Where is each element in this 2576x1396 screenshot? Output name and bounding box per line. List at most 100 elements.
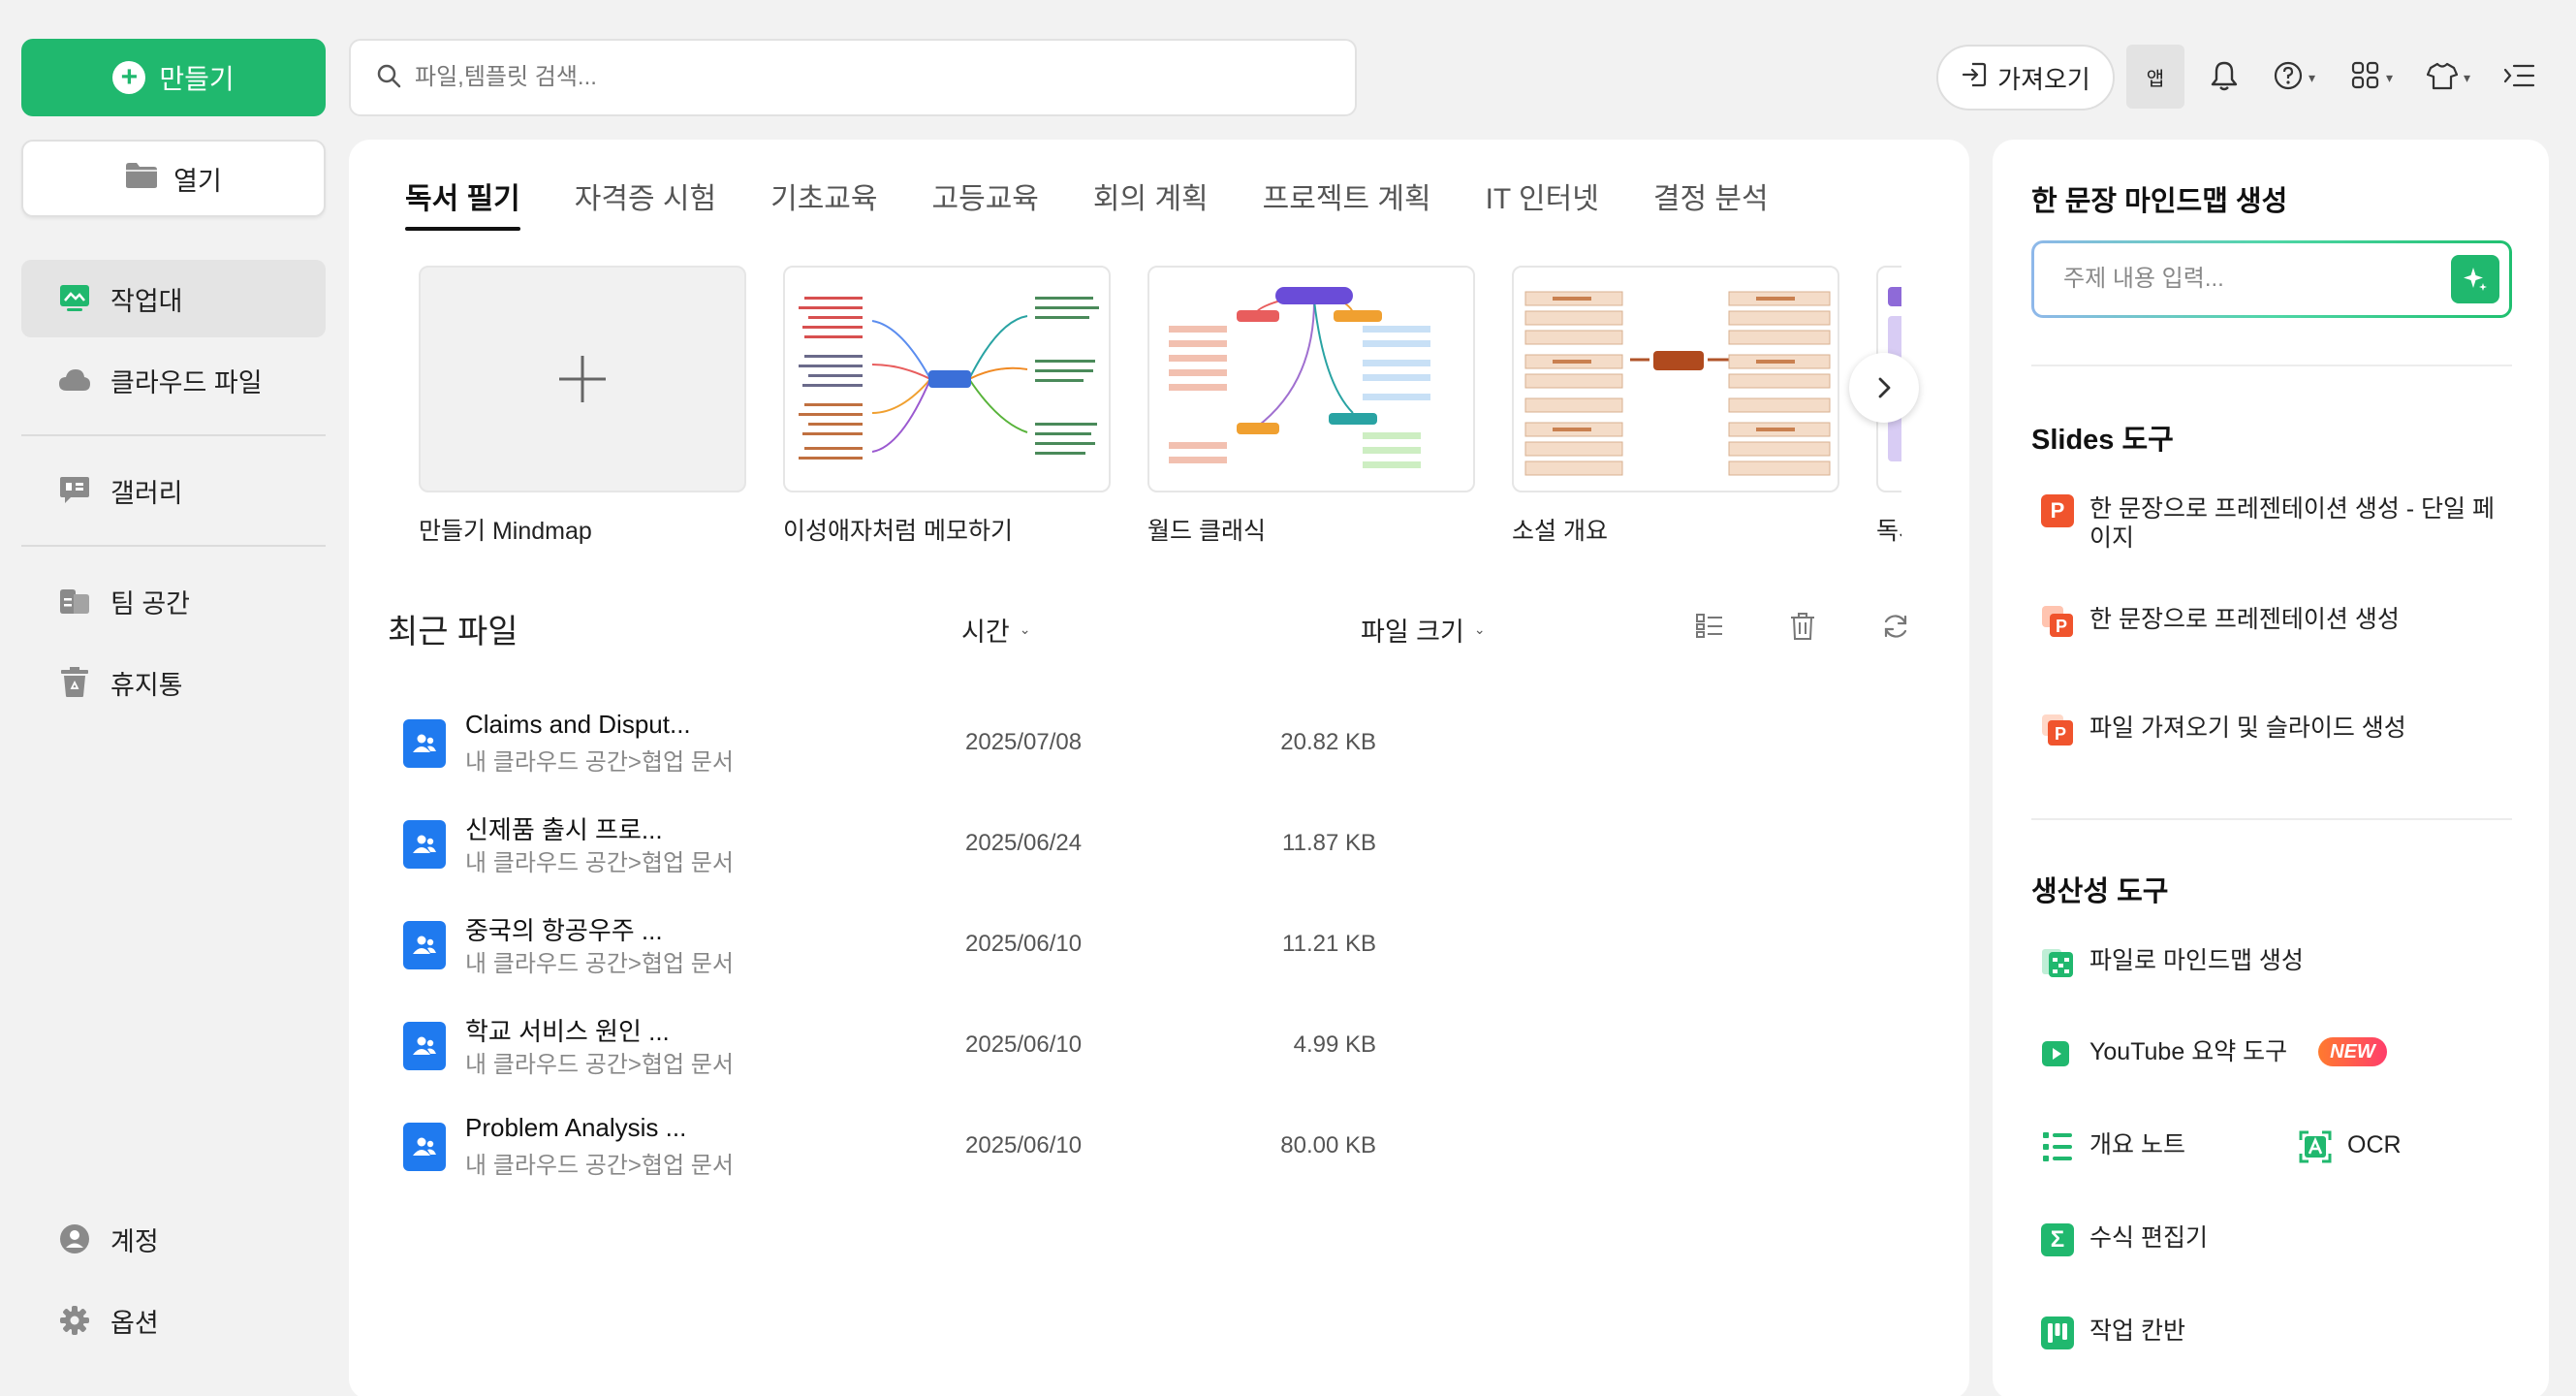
template-card-new[interactable]: 만들기 Mindmap <box>419 266 746 547</box>
sidebar-divider <box>21 545 326 547</box>
ai-topic-field[interactable] <box>2031 240 2512 318</box>
app-button[interactable]: 앱 <box>2126 45 2184 109</box>
sidebar-item-label: 휴지통 <box>110 670 183 700</box>
file-date: 2025/06/10 <box>965 1031 1083 1058</box>
import-button[interactable]: 가져오기 <box>1936 45 2115 111</box>
new-badge: NEW <box>2318 1037 2387 1066</box>
sidebar-item-options[interactable]: 옵션 <box>21 1282 326 1359</box>
list-view-button[interactable] <box>1690 607 1729 646</box>
slides-generate-tool[interactable]: P 한 문장으로 프레젠테이션 생성 <box>2041 605 2400 638</box>
bell-icon <box>2210 60 2239 96</box>
sidebar-item-label: 계정 <box>110 1226 159 1256</box>
outline-notes-tool[interactable]: 개요 노트 <box>2041 1130 2185 1163</box>
file-path: 내 클라우드 공간>협업 문서 <box>465 1052 734 1078</box>
template-card[interactable]: 월드 클래식 <box>1147 266 1475 547</box>
file-name: 신제품 출시 프로... <box>465 815 663 844</box>
sidebar-item-team-space[interactable]: 팀 공간 <box>21 562 326 640</box>
column-label: 파일 크기 <box>1361 618 1464 647</box>
main-panel: 독서 필기 자격증 시험 기초교육 고등교육 회의 계획 프로젝트 계획 IT … <box>349 140 1969 1396</box>
open-button-label: 열기 <box>173 166 222 196</box>
file-name: Claims and Disput... <box>465 710 691 739</box>
list-view-icon <box>1696 614 1722 638</box>
slides-single-page-tool[interactable]: P 한 문장으로 프레젠테이션 생성 - 단일 페이지 <box>2041 494 2506 553</box>
template-thumbnail <box>419 266 746 492</box>
file-name: 중국의 항공우주 ... <box>465 916 663 945</box>
generate-button[interactable] <box>2451 255 2499 303</box>
search-input[interactable] <box>415 64 1287 91</box>
tool-label: 파일 가져오기 및 슬라이드 생성 <box>2089 714 2406 742</box>
app-button-label: 앱 <box>2146 68 2165 90</box>
sidebar-item-cloud-files[interactable]: 클라우드 파일 <box>21 341 326 419</box>
chevron-right-icon <box>1878 377 1891 398</box>
topic-input[interactable] <box>2063 266 2432 293</box>
tab-certification-exam[interactable]: 자격증 시험 <box>575 174 716 231</box>
sidebar-item-workbench[interactable]: 작업대 <box>21 260 326 337</box>
tab-it-internet[interactable]: IT 인터넷 <box>1486 174 1599 231</box>
cloud-icon <box>58 364 91 397</box>
gallery-icon <box>58 474 91 507</box>
tab-meeting-plan[interactable]: 회의 계획 <box>1093 174 1209 231</box>
tab-reading-notes[interactable]: 독서 필기 <box>405 174 520 231</box>
tool-label: OCR <box>2347 1131 2402 1158</box>
notification-button[interactable] <box>2210 58 2239 97</box>
formula-editor-tool[interactable]: Σ 수식 편집기 <box>2041 1223 2208 1256</box>
tool-label: 수식 편집기 <box>2089 1224 2208 1252</box>
apps-menu-button[interactable]: ▾ <box>2351 58 2393 97</box>
create-button[interactable]: + 만들기 <box>21 39 326 116</box>
template-next-button[interactable] <box>1849 353 1919 423</box>
open-button[interactable]: 열기 <box>21 140 326 217</box>
chevron-down-icon: ⌄ <box>1473 621 1486 637</box>
file-row[interactable]: Claims and Disput... 내 클라우드 공간>협업 문서 202… <box>403 702 1376 789</box>
search-bar[interactable] <box>349 39 1357 116</box>
import-slides-tool[interactable]: P 파일 가져오기 및 슬라이드 생성 <box>2041 714 2406 746</box>
template-label: 소설 개요 <box>1512 518 1608 545</box>
file-name: 학교 서비스 원인 ... <box>465 1017 670 1046</box>
delete-button[interactable] <box>1783 607 1822 646</box>
sort-by-size[interactable]: 파일 크기 ⌄ <box>1361 611 1486 649</box>
file-mindmap-icon <box>2041 946 2074 979</box>
ai-mindmap-title: 한 문장 마인드맵 생성 <box>2031 186 2288 217</box>
theme-button[interactable]: ▾ <box>2426 58 2471 97</box>
file-path: 내 클라우드 공간>협업 문서 <box>465 749 734 776</box>
file-row[interactable]: Problem Analysis ... 내 클라우드 공간>협업 문서 202… <box>403 1105 1376 1192</box>
file-row[interactable]: 중국의 항공우주 ... 내 클라우드 공간>협업 문서 2025/06/10 … <box>403 904 1376 991</box>
chevron-down-icon: ▾ <box>2464 69 2471 85</box>
collapse-panel-button[interactable] <box>2502 58 2535 97</box>
kanban-tool[interactable]: 작업 칸반 <box>2041 1317 2185 1349</box>
file-row[interactable]: 신제품 출시 프로... 내 클라우드 공간>협업 문서 2025/06/24 … <box>403 803 1376 890</box>
template-card[interactable]: 이성애자처럼 메모하기 <box>783 266 1111 547</box>
sidebar-item-gallery[interactable]: 갤러리 <box>21 452 326 529</box>
template-label: 독서 <box>1876 518 1901 545</box>
tool-label: 작업 칸반 <box>2089 1317 2185 1345</box>
file-to-mindmap-tool[interactable]: 파일로 마인드맵 생성 <box>2041 946 2304 979</box>
outline-list-icon <box>2041 1130 2074 1163</box>
template-card[interactable]: 소설 개요 <box>1512 266 1839 547</box>
svg-text:P: P <box>2055 724 2066 744</box>
tool-label: 개요 노트 <box>2089 1131 2185 1158</box>
file-size: 4.99 KB <box>1293 1031 1376 1058</box>
help-button[interactable]: ▾ <box>2274 58 2315 97</box>
file-path: 내 클라우드 공간>협업 문서 <box>465 850 734 876</box>
sidebar-item-label: 갤러리 <box>110 478 183 508</box>
tab-higher-education[interactable]: 고등교육 <box>932 174 1039 231</box>
file-row[interactable]: 학교 서비스 원인 ... 내 클라우드 공간>협업 문서 2025/06/10… <box>403 1004 1376 1092</box>
sort-by-time[interactable]: 시간 ⌄ <box>961 611 1030 649</box>
panel-divider <box>2031 365 2512 366</box>
tab-decision-analysis[interactable]: 결정 분석 <box>1653 174 1769 231</box>
sidebar-item-account[interactable]: 계정 <box>21 1200 326 1278</box>
sidebar-item-trash[interactable]: 휴지통 <box>21 644 326 721</box>
file-size: 80.00 KB <box>1280 1132 1376 1158</box>
file-size: 11.87 KB <box>1282 830 1376 856</box>
kanban-icon <box>2041 1317 2074 1349</box>
tool-label: 한 문장으로 프레젠테이션 생성 <box>2089 606 2400 633</box>
template-label: 만들기 Mindmap <box>419 518 592 545</box>
ocr-tool[interactable]: OCR <box>2299 1130 2402 1163</box>
refresh-button[interactable] <box>1876 607 1915 646</box>
tab-project-plan[interactable]: 프로젝트 계획 <box>1263 174 1431 231</box>
youtube-summary-tool[interactable]: YouTube 요약 도구 NEW <box>2041 1037 2387 1070</box>
tab-basic-education[interactable]: 기초교육 <box>770 174 877 231</box>
shared-file-icon <box>403 1022 446 1070</box>
template-label: 이성애자처럼 메모하기 <box>783 518 1013 545</box>
tools-panel: 한 문장 마인드맵 생성 Slides 도구 P 한 문장으로 프레젠테이션 생… <box>1993 140 2549 1396</box>
sidebar-item-label: 옵션 <box>110 1308 159 1338</box>
